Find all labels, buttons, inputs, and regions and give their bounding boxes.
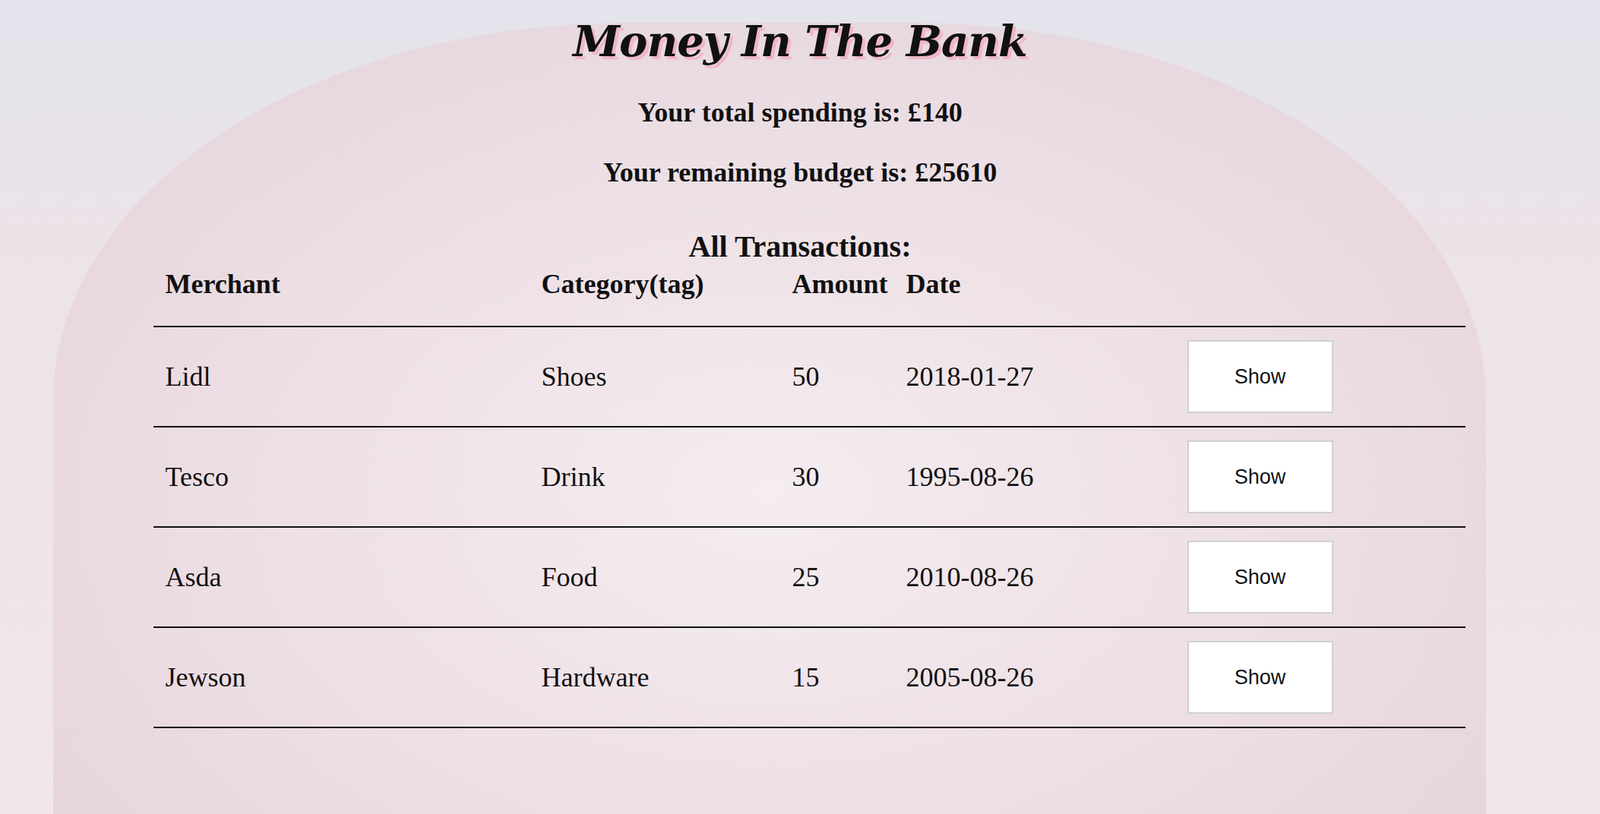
show-button[interactable]: Show — [1187, 440, 1334, 514]
merchant-cell: Asda — [153, 561, 530, 595]
action-cell: Show — [1175, 540, 1466, 614]
content: Money In The Bank Your total spending is:… — [0, 0, 1600, 729]
column-header: Merchant — [153, 268, 530, 301]
amount-cell: 50 — [780, 360, 895, 394]
date-cell: 2018-01-27 — [894, 360, 1176, 394]
table-row: LidlShoes502018-01-27 Show — [153, 327, 1466, 428]
merchant-cell: Lidl — [153, 360, 530, 394]
table-row: AsdaFood252010-08-26 Show — [153, 528, 1466, 629]
transactions-title: All Transactions: — [689, 230, 912, 264]
category-cell: Food — [529, 561, 781, 595]
app-title: Money In The Bank — [572, 13, 1028, 70]
date-cell: 2010-08-26 — [894, 561, 1176, 595]
column-header: Date — [894, 268, 1176, 301]
date-cell: 1995-08-26 — [894, 461, 1176, 494]
table-header: MerchantCategory(tag)AmountDate — [153, 268, 1466, 328]
show-button[interactable]: Show — [1187, 641, 1334, 715]
transactions-table: MerchantCategory(tag)AmountDateLidlShoes… — [153, 268, 1466, 729]
action-cell: Show — [1175, 641, 1466, 715]
column-header: Amount — [780, 268, 895, 301]
amount-cell: 25 — [780, 561, 895, 595]
column-header: Category(tag) — [529, 268, 781, 301]
merchant-cell: Jewson — [153, 661, 530, 695]
remaining-budget: Your remaining budget is: £25610 — [603, 156, 998, 190]
page: Money In The Bank Your total spending is:… — [0, 0, 1600, 814]
amount-cell: 30 — [780, 461, 895, 494]
merchant-cell: Tesco — [153, 461, 530, 494]
category-cell: Hardware — [529, 661, 781, 695]
category-cell: Drink — [529, 461, 781, 494]
total-spending: Your total spending is: £140 — [637, 96, 962, 130]
date-cell: 2005-08-26 — [894, 661, 1176, 695]
show-button[interactable]: Show — [1187, 340, 1334, 414]
category-cell: Shoes — [529, 360, 781, 394]
table-row: JewsonHardware152005-08-26 Show — [153, 628, 1466, 729]
table-row: TescoDrink301995-08-26 Show — [153, 427, 1466, 529]
action-cell: Show — [1175, 440, 1466, 514]
action-cell: Show — [1175, 340, 1466, 414]
show-button[interactable]: Show — [1187, 540, 1334, 614]
amount-cell: 15 — [780, 661, 895, 695]
